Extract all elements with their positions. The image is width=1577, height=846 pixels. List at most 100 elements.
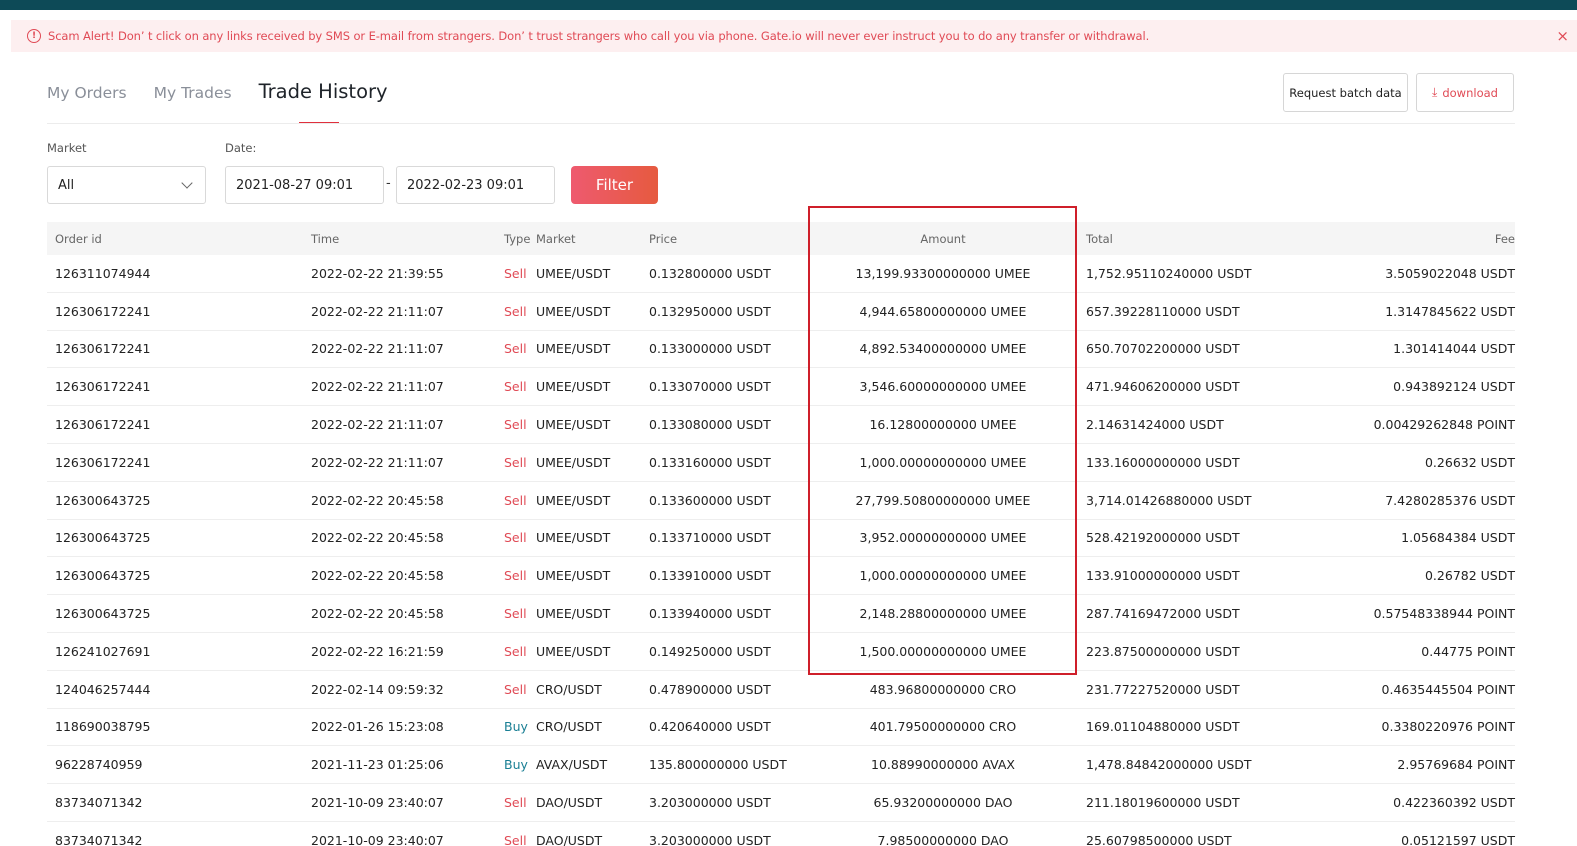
total-cell: 657.39228110000 USDT: [1086, 303, 1240, 319]
amount-cell: 27,799.50800000000 UMEE: [855, 492, 1031, 508]
market-cell: CRO/USDT: [536, 719, 602, 735]
total-cell: 223.87500000000 USDT: [1086, 643, 1240, 659]
header-amount: Amount: [920, 231, 966, 246]
tab-my-trades[interactable]: My Trades: [154, 84, 232, 124]
market-cell: UMEE/USDT: [536, 379, 611, 395]
total-cell: 133.91000000000 USDT: [1086, 568, 1240, 584]
total-cell: 2.14631424000 USDT: [1086, 417, 1224, 433]
fee-cell: 0.422360392 USDT: [1393, 795, 1515, 811]
market-cell: UMEE/USDT: [536, 492, 611, 508]
order-id-cell: 126241027691: [55, 643, 151, 659]
time-cell: 2022-02-22 20:45:58: [311, 606, 444, 622]
amount-cell: 401.79500000000 CRO: [869, 719, 1017, 735]
time-cell: 2022-02-22 20:45:58: [311, 530, 444, 546]
total-cell: 3,714.01426880000 USDT: [1086, 492, 1252, 508]
order-id-cell: 126306172241: [55, 341, 151, 357]
date-from-input[interactable]: [225, 166, 384, 204]
fee-cell: 0.26632 USDT: [1424, 454, 1515, 470]
table-row: 126306172241 2022-02-22 21:11:07 Sell UMEE/…: [47, 368, 1515, 407]
price-cell: 3.203000000 USDT: [649, 795, 771, 811]
price-cell: 0.133000000 USDT: [649, 341, 771, 357]
tab-my-orders[interactable]: My Orders: [47, 84, 127, 124]
amount-cell: 7.98500000000 DAO: [877, 832, 1009, 846]
trade-history-table: Order id Time Type Market Price Amount T…: [47, 222, 1515, 846]
amount-cell: 13,199.93300000000 UMEE: [855, 265, 1031, 281]
price-cell: 0.133080000 USDT: [649, 417, 771, 433]
type-cell: Sell: [504, 606, 527, 622]
order-id-cell: 126300643725: [55, 492, 151, 508]
table-row: 126241027691 2022-02-22 16:21:59 Sell UMEE/…: [47, 633, 1515, 671]
price-cell: 0.132950000 USDT: [649, 303, 771, 319]
order-id-cell: 96228740959: [55, 757, 143, 773]
time-cell: 2022-02-22 21:11:07: [311, 417, 444, 433]
time-cell: 2022-02-22 21:39:55: [311, 265, 444, 281]
total-cell: 287.74169472000 USDT: [1086, 606, 1240, 622]
header-type: Type: [504, 231, 531, 246]
alert-icon: !: [27, 29, 41, 43]
fee-cell: 1.05684384 USDT: [1401, 530, 1515, 546]
date-label: Date:: [225, 141, 257, 155]
market-cell: UMEE/USDT: [536, 606, 611, 622]
total-cell: 211.18019600000 USDT: [1086, 795, 1240, 811]
fee-cell: 0.26782 USDT: [1424, 568, 1515, 584]
market-cell: UMEE/USDT: [536, 265, 611, 281]
table-row: 83734071342 2021-10-09 23:40:07 Sell DAO/US…: [47, 784, 1515, 822]
fee-cell: 0.4635445504 POINT: [1381, 681, 1515, 697]
price-cell: 135.800000000 USDT: [649, 757, 787, 773]
amount-cell: 3,546.60000000000 UMEE: [859, 379, 1027, 395]
time-cell: 2022-01-26 15:23:08: [311, 719, 444, 735]
market-cell: DAO/USDT: [536, 832, 603, 846]
download-button[interactable]: ⤓ download: [1416, 73, 1514, 112]
price-cell: 0.133910000 USDT: [649, 568, 771, 584]
market-cell: UMEE/USDT: [536, 454, 611, 470]
date-to-input[interactable]: [396, 166, 555, 204]
total-cell: 231.77227520000 USDT: [1086, 681, 1240, 697]
table-header: Order id Time Type Market Price Amount T…: [47, 222, 1515, 255]
market-cell: UMEE/USDT: [536, 643, 611, 659]
order-id-cell: 126306172241: [55, 303, 151, 319]
market-label: Market: [47, 141, 87, 155]
type-cell: Sell: [504, 492, 527, 508]
fee-cell: 0.57548338944 POINT: [1373, 606, 1515, 622]
fee-cell: 2.95769684 POINT: [1397, 757, 1515, 773]
order-id-cell: 126300643725: [55, 568, 151, 584]
amount-cell: 483.96800000000 CRO: [869, 681, 1017, 697]
fee-cell: 7.4280285376 USDT: [1385, 492, 1515, 508]
header-order-id: Order id: [55, 231, 102, 246]
tab-bar: My Orders My Trades Trade History: [47, 72, 415, 124]
market-cell: UMEE/USDT: [536, 530, 611, 546]
total-cell: 169.01104880000 USDT: [1086, 719, 1240, 735]
type-cell: Sell: [504, 379, 527, 395]
amount-cell: 16.12800000000 UMEE: [869, 417, 1017, 433]
table-row: 126300643725 2022-02-22 20:45:58 Sell UMEE/…: [47, 520, 1515, 558]
tab-trade-history[interactable]: Trade History: [259, 80, 388, 124]
type-cell: Sell: [504, 832, 527, 846]
type-cell: Sell: [504, 341, 527, 357]
type-cell: Sell: [504, 303, 527, 319]
table-row: 126306172241 2022-02-22 21:11:07 Sell UMEE/…: [47, 293, 1515, 331]
header-price: Price: [649, 231, 678, 246]
price-cell: 0.133600000 USDT: [649, 492, 771, 508]
fee-cell: 1.3147845622 USDT: [1385, 303, 1515, 319]
request-batch-data-button[interactable]: Request batch data: [1283, 73, 1408, 112]
price-cell: 0.133070000 USDT: [649, 379, 771, 395]
market-cell: DAO/USDT: [536, 795, 603, 811]
fee-cell: 0.943892124 USDT: [1393, 379, 1515, 395]
table-row: 118690038795 2022-01-26 15:23:08 Buy CRO/US…: [47, 709, 1515, 747]
market-select[interactable]: All: [47, 166, 206, 204]
market-cell: UMEE/USDT: [536, 341, 611, 357]
fee-cell: 1.301414044 USDT: [1393, 341, 1515, 357]
close-icon[interactable]: ×: [1556, 27, 1569, 45]
scam-alert-banner: ! Scam Alert! Don’ t click on any links …: [11, 20, 1577, 52]
amount-cell: 4,944.65800000000 UMEE: [859, 303, 1027, 319]
order-id-cell: 126306172241: [55, 417, 151, 433]
table-row: 126306172241 2022-02-22 21:11:07 Sell UMEE/…: [47, 406, 1515, 444]
market-select-value: All: [58, 177, 75, 193]
filter-button[interactable]: Filter: [571, 166, 658, 204]
type-cell: Buy: [504, 719, 528, 735]
total-cell: 133.16000000000 USDT: [1086, 454, 1240, 470]
time-cell: 2022-02-22 20:45:58: [311, 492, 444, 508]
price-cell: 0.420640000 USDT: [649, 719, 771, 735]
amount-cell: 4,892.53400000000 UMEE: [859, 341, 1027, 357]
order-id-cell: 124046257444: [55, 681, 151, 697]
